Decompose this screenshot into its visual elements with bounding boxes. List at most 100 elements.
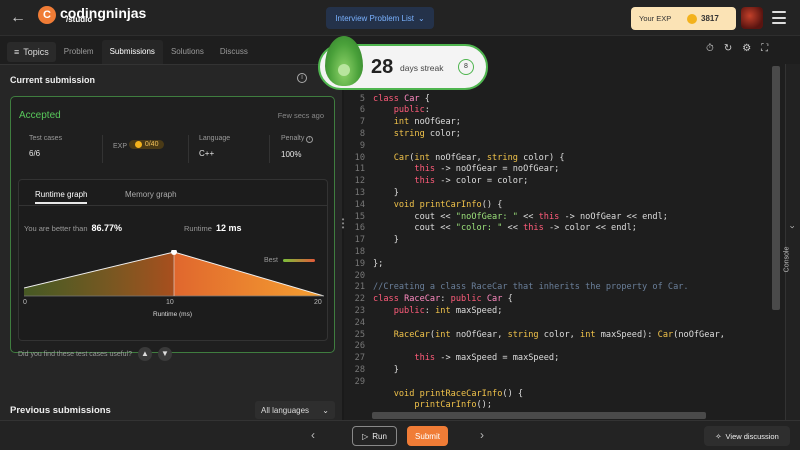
exp-stat-label: EXP — [113, 143, 127, 150]
settings-icon[interactable]: ⚙ — [742, 43, 751, 54]
line-number: 21 — [354, 282, 365, 293]
code-content[interactable]: d; class Car { public: int noOfGear; str… — [373, 70, 725, 412]
line-number: 13 — [354, 187, 365, 198]
hamburger-menu-icon[interactable] — [772, 11, 786, 24]
graph-box: Runtime graph Memory graph You are bette… — [18, 179, 328, 341]
submit-button[interactable]: Submit — [407, 426, 448, 446]
info-icon[interactable]: i — [297, 73, 307, 83]
back-arrow-icon[interactable]: ← — [10, 9, 30, 27]
language-filter-value: All languages — [261, 405, 310, 415]
runtime-value: 12 ms — [215, 223, 242, 233]
test-cases-value: 6/6 — [29, 149, 41, 158]
exp-label: Your EXP — [639, 13, 672, 23]
tab-memory-graph[interactable]: Memory graph — [125, 186, 177, 204]
avatar[interactable] — [741, 7, 763, 29]
run-button[interactable]: ▷ Run — [352, 426, 397, 446]
line-number: 28 — [354, 364, 365, 375]
language-filter[interactable]: All languages ⌄ — [255, 401, 335, 419]
line-number: 10 — [354, 152, 365, 163]
line-number: 9 — [359, 140, 365, 151]
left-tabs: ≡ Topics Problem Submissions Solutions D… — [0, 40, 342, 64]
line-number: 23 — [354, 305, 365, 316]
chevron-left-icon: ‹ — [786, 225, 797, 229]
current-submission-title: Current submission — [10, 75, 96, 85]
line-number: 20 — [354, 270, 365, 281]
tab-solutions[interactable]: Solutions — [163, 40, 212, 64]
line-number: 5 — [359, 93, 365, 104]
stat-exp: EXP 0/40 — [113, 135, 165, 150]
problem-list-dropdown[interactable]: Interview Problem List ⌄ — [326, 7, 434, 29]
exp-value: 3817 — [701, 14, 719, 23]
list-icon: ≡ — [14, 47, 20, 57]
bolt-icon — [134, 141, 142, 148]
horizontal-scrollbar[interactable] — [372, 412, 706, 419]
thumbs-down-icon[interactable]: ▼ — [158, 347, 173, 361]
panel-divider[interactable] — [342, 40, 344, 424]
previous-submissions-title: Previous submissions — [10, 405, 111, 416]
prev-problem-icon[interactable]: ‹ — [311, 428, 315, 442]
divider — [102, 135, 103, 163]
line-number: 29 — [354, 376, 365, 387]
vertical-scrollbar[interactable] — [772, 66, 780, 310]
stat-penalty: Penalty i 100% — [281, 135, 314, 159]
fullscreen-icon[interactable]: ⛶ — [761, 43, 768, 54]
runtime-label: Runtime — [184, 224, 212, 233]
language-label: Language — [199, 135, 231, 142]
view-discussion-button[interactable]: ✧ View discussion — [704, 426, 790, 446]
x-tick-10: 10 — [166, 299, 174, 306]
tab-problem[interactable]: Problem — [56, 40, 102, 64]
exp-badge[interactable]: Your EXP 3817 — [631, 7, 736, 30]
line-number: 27 — [354, 353, 365, 364]
line-number: 22 — [354, 294, 365, 305]
tab-divider — [19, 205, 327, 206]
thumbs-up-icon[interactable]: ▲ — [138, 347, 153, 361]
line-number: 25 — [354, 329, 365, 340]
divider — [188, 135, 189, 163]
tab-runtime-graph[interactable]: Runtime graph — [35, 186, 88, 204]
better-than: You are better than 86.77% — [24, 223, 122, 233]
line-number: 15 — [354, 211, 365, 222]
line-number: 12 — [354, 176, 365, 187]
line-numbers: 3456789101112131415161718192021222324252… — [345, 70, 365, 389]
line-number: 7 — [359, 117, 365, 128]
streak-label: days streak — [400, 63, 444, 73]
run-label: Run — [372, 431, 387, 441]
coin-icon — [687, 13, 697, 24]
status-accepted: Accepted — [19, 110, 61, 121]
flame-icon — [325, 36, 363, 86]
topics-label: Topics — [23, 47, 49, 57]
line-number: 18 — [354, 246, 365, 257]
penalty-label: Penalty — [281, 135, 305, 142]
console-panel-toggle[interactable]: ‹ Console — [783, 64, 800, 420]
tab-submissions[interactable]: Submissions — [101, 40, 163, 64]
x-tick-0: 0 — [23, 299, 27, 306]
exp-stat-value: 0/40 — [144, 141, 159, 148]
feedback-row: Did you find these test cases useful? ▲ … — [18, 347, 173, 361]
submissions-panel: Current submission i Accepted Few secs a… — [0, 64, 342, 424]
bottom-bar: ‹ ▷ Run Submit › ✧ View discussion — [0, 420, 800, 450]
problem-list-label: Interview Problem List — [335, 13, 414, 23]
code-editor[interactable]: 3456789101112131415161718192021222324252… — [345, 64, 783, 420]
reset-icon[interactable]: ↻ — [724, 43, 732, 54]
streak-popup[interactable]: 28 days streak 8 — [318, 36, 488, 90]
next-problem-icon[interactable]: › — [480, 428, 484, 442]
submission-card: Accepted Few secs ago Test cases 6/6 EXP… — [10, 96, 335, 361]
exp-pill: 0/40 — [128, 140, 165, 149]
line-number: 26 — [354, 341, 365, 352]
info-icon[interactable]: i — [306, 136, 314, 143]
tab-discuss[interactable]: Discuss — [212, 40, 256, 64]
better-label: You are better than — [24, 224, 88, 233]
divider — [269, 135, 270, 163]
line-number: 17 — [354, 235, 365, 246]
brand-sub: /studio — [66, 15, 93, 24]
line-number: 6 — [359, 105, 365, 116]
console-label: Console — [783, 246, 791, 273]
area-left — [24, 252, 174, 296]
timer-icon[interactable]: ⏱ — [706, 43, 714, 54]
topics-button[interactable]: ≡ Topics — [7, 42, 56, 62]
runtime-chart — [24, 250, 324, 297]
language-value: C++ — [199, 149, 215, 158]
line-number: 11 — [354, 164, 365, 175]
runtime: Runtime 12 ms — [184, 223, 241, 233]
sparkle-icon: ✧ — [715, 431, 722, 441]
